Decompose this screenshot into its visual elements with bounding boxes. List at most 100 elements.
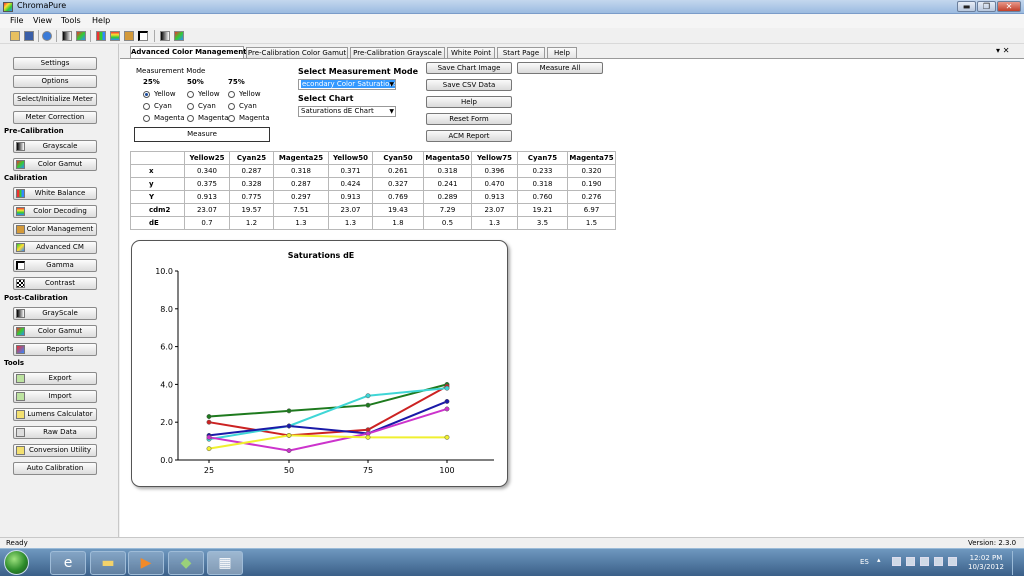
radio-75-yellow[interactable] xyxy=(228,91,235,98)
radio-25-cyan[interactable] xyxy=(143,103,150,110)
conversion-utility-button[interactable]: Conversion Utility xyxy=(13,444,97,457)
table-header xyxy=(130,151,185,165)
y-tick-label: 10.0 xyxy=(155,267,173,276)
tab-advanced-color-management[interactable]: Advanced Color Management xyxy=(130,46,247,58)
pre-color-gamut-button[interactable]: Color Gamut xyxy=(13,158,97,171)
menu-view[interactable]: View xyxy=(33,16,52,25)
show-desktop-button[interactable] xyxy=(1012,551,1022,575)
tab-help[interactable]: Help xyxy=(547,47,577,58)
contrast-button[interactable]: Contrast xyxy=(13,277,97,290)
measure-button[interactable]: Measure xyxy=(134,127,270,142)
data-point-4 xyxy=(206,434,212,440)
radio-50-magenta[interactable] xyxy=(187,115,194,122)
tab-white-point[interactable]: White Point xyxy=(447,47,495,58)
menu-help[interactable]: Help xyxy=(92,16,110,25)
display-icon[interactable] xyxy=(906,557,915,566)
language-indicator[interactable]: ES xyxy=(860,558,869,566)
advanced-cm-button[interactable]: Advanced CM xyxy=(13,241,97,254)
tab-pre-calibration-color-gamut[interactable]: Pre-Calibration Color Gamut xyxy=(246,47,348,58)
menu-file[interactable]: File xyxy=(10,16,23,25)
reset-form-button[interactable]: Reset Form xyxy=(426,113,512,125)
toolbar-separator xyxy=(90,30,91,42)
select-meter-button[interactable]: Select/Initialize Meter xyxy=(13,93,97,106)
table-cell: 3.5 xyxy=(517,216,568,230)
pre-grayscale-button[interactable]: Grayscale xyxy=(13,140,97,153)
clock[interactable]: 12:02 PM 10/3/2012 xyxy=(968,554,1004,572)
data-point-5 xyxy=(286,432,292,438)
radio-label: Magenta xyxy=(154,114,185,122)
gamma-icon[interactable] xyxy=(138,31,148,41)
chart-select[interactable]: Saturations dE Chart ▼ xyxy=(298,106,396,117)
lumens-calculator-button[interactable]: Lumens Calculator xyxy=(13,408,97,421)
table-cell: 0.287 xyxy=(273,177,329,191)
row-header: cdm2 xyxy=(130,203,185,217)
internet-explorer-icon[interactable]: e xyxy=(50,551,86,575)
tab-controls[interactable]: ▾ ✕ xyxy=(996,46,1010,55)
acm-report-button[interactable]: ACM Report xyxy=(426,130,512,142)
table-cell: 0.327 xyxy=(372,177,424,191)
radio-75-cyan[interactable] xyxy=(228,103,235,110)
col-25-label: 25% xyxy=(143,78,160,86)
help-icon[interactable] xyxy=(42,31,52,41)
import-button[interactable]: Import xyxy=(13,390,97,403)
decoding-icon[interactable] xyxy=(110,31,120,41)
settings-button[interactable]: Settings xyxy=(13,57,97,70)
grayscale-icon[interactable] xyxy=(62,31,72,41)
network-icon[interactable] xyxy=(934,557,943,566)
chromapure-taskbar-icon[interactable]: ▦ xyxy=(207,551,243,575)
folder-icon[interactable]: ▬ xyxy=(90,551,126,575)
contrast-icon xyxy=(16,279,25,288)
maximize-button[interactable]: ❐ xyxy=(977,1,996,12)
post-calibration-heading: Post-Calibration xyxy=(4,294,68,302)
flag-icon[interactable] xyxy=(892,557,901,566)
white-balance-button[interactable]: White Balance xyxy=(13,187,97,200)
volume-icon[interactable] xyxy=(948,557,957,566)
raw-data-button[interactable]: Raw Data xyxy=(13,426,97,439)
table-cell: 19.21 xyxy=(517,203,568,217)
open-icon[interactable] xyxy=(10,31,20,41)
start-button[interactable] xyxy=(4,550,29,575)
save-icon[interactable] xyxy=(24,31,34,41)
export-button[interactable]: Export xyxy=(13,372,97,385)
y-tick-label: 6.0 xyxy=(160,343,173,352)
show-hidden-icons[interactable]: ▴ xyxy=(877,556,886,565)
selected-chart-text: Saturations dE Chart xyxy=(301,107,374,115)
color-decoding-button[interactable]: Color Decoding xyxy=(13,205,97,218)
media-player-icon[interactable]: ▶ xyxy=(128,551,164,575)
help-button[interactable]: Help xyxy=(426,96,512,108)
menu-tools[interactable]: Tools xyxy=(61,16,81,25)
radio-75-magenta[interactable] xyxy=(228,115,235,122)
color-management-button[interactable]: Color Management xyxy=(13,223,97,236)
radio-50-yellow[interactable] xyxy=(187,91,194,98)
tab-pre-calibration-grayscale[interactable]: Pre-Calibration Grayscale xyxy=(350,47,445,58)
post-grayscale-button[interactable]: GrayScale xyxy=(13,307,97,320)
data-icon xyxy=(16,428,25,437)
status-text: Ready xyxy=(6,539,28,547)
auto-calibration-button[interactable]: Auto Calibration xyxy=(13,462,97,475)
close-button[interactable]: ✕ xyxy=(997,1,1021,12)
reports-button[interactable]: Reports xyxy=(13,343,97,356)
balance-icon[interactable] xyxy=(96,31,106,41)
gamut-icon[interactable] xyxy=(76,31,86,41)
cie-icon[interactable] xyxy=(174,31,184,41)
chevron-down-icon: ▼ xyxy=(389,81,394,88)
radio-25-magenta[interactable] xyxy=(143,115,150,122)
options-button[interactable]: Options xyxy=(13,75,97,88)
meter-correction-button[interactable]: Meter Correction xyxy=(13,111,97,124)
post-color-gamut-button[interactable]: Color Gamut xyxy=(13,325,97,338)
measure-all-button[interactable]: Measure All xyxy=(517,62,603,74)
radio-25-yellow[interactable] xyxy=(143,91,150,98)
contrast-icon[interactable] xyxy=(160,31,170,41)
measurement-mode-select[interactable]: econdary Color Saturations ▼ xyxy=(298,79,396,90)
minimize-button[interactable]: ▬ xyxy=(957,1,976,12)
save-csv-data-button[interactable]: Save CSV Data xyxy=(426,79,512,91)
color-management-icon[interactable] xyxy=(124,31,134,41)
tray-app-icon[interactable] xyxy=(920,557,929,566)
table-cell: 0.371 xyxy=(328,164,373,178)
conversion-icon xyxy=(16,446,25,455)
tab-start-page[interactable]: Start Page xyxy=(497,47,545,58)
save-chart-image-button[interactable]: Save Chart Image xyxy=(426,62,512,74)
gamma-button[interactable]: Gamma xyxy=(13,259,97,272)
radio-50-cyan[interactable] xyxy=(187,103,194,110)
app-taskbar-icon[interactable]: ◆ xyxy=(168,551,204,575)
